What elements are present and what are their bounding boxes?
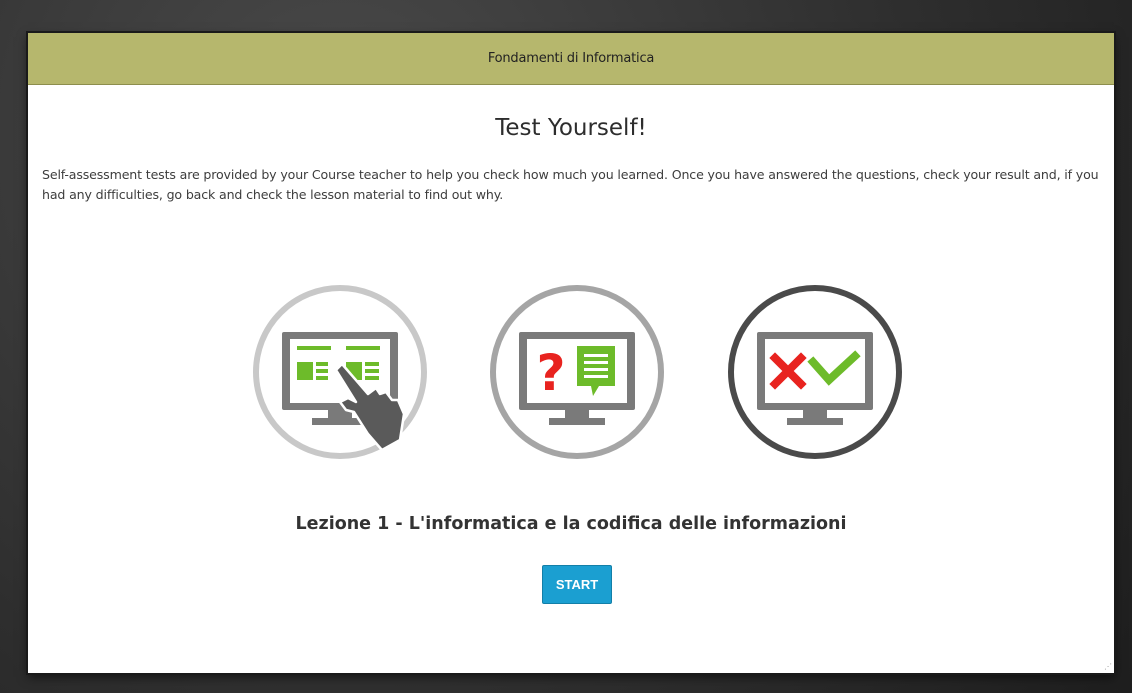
select-answer-monitor-icon [253,285,427,459]
intro-text: Self-assessment tests are provided by yo… [42,167,1099,202]
svg-text:?: ? [536,344,565,402]
question-monitor-icon: ? [490,285,664,459]
start-button[interactable]: START [542,565,612,604]
result-monitor-icon [728,285,902,459]
page-title: Test Yourself! [495,115,647,141]
window-title: Fondamenti di Informatica [487,51,655,66]
title-bar: Fondamenti di Informatica [28,33,1114,85]
main-content: Test Yourself! Self-assessment tests are… [28,85,1114,673]
background-frame: Fondamenti di Informatica Test Yourself!… [0,0,1132,693]
resize-grip-icon[interactable]: ⋰ [1104,663,1112,671]
lesson-title: Lezione 1 - L'informatica e la codifica … [295,514,847,534]
app-window: Fondamenti di Informatica Test Yourself!… [28,33,1114,673]
